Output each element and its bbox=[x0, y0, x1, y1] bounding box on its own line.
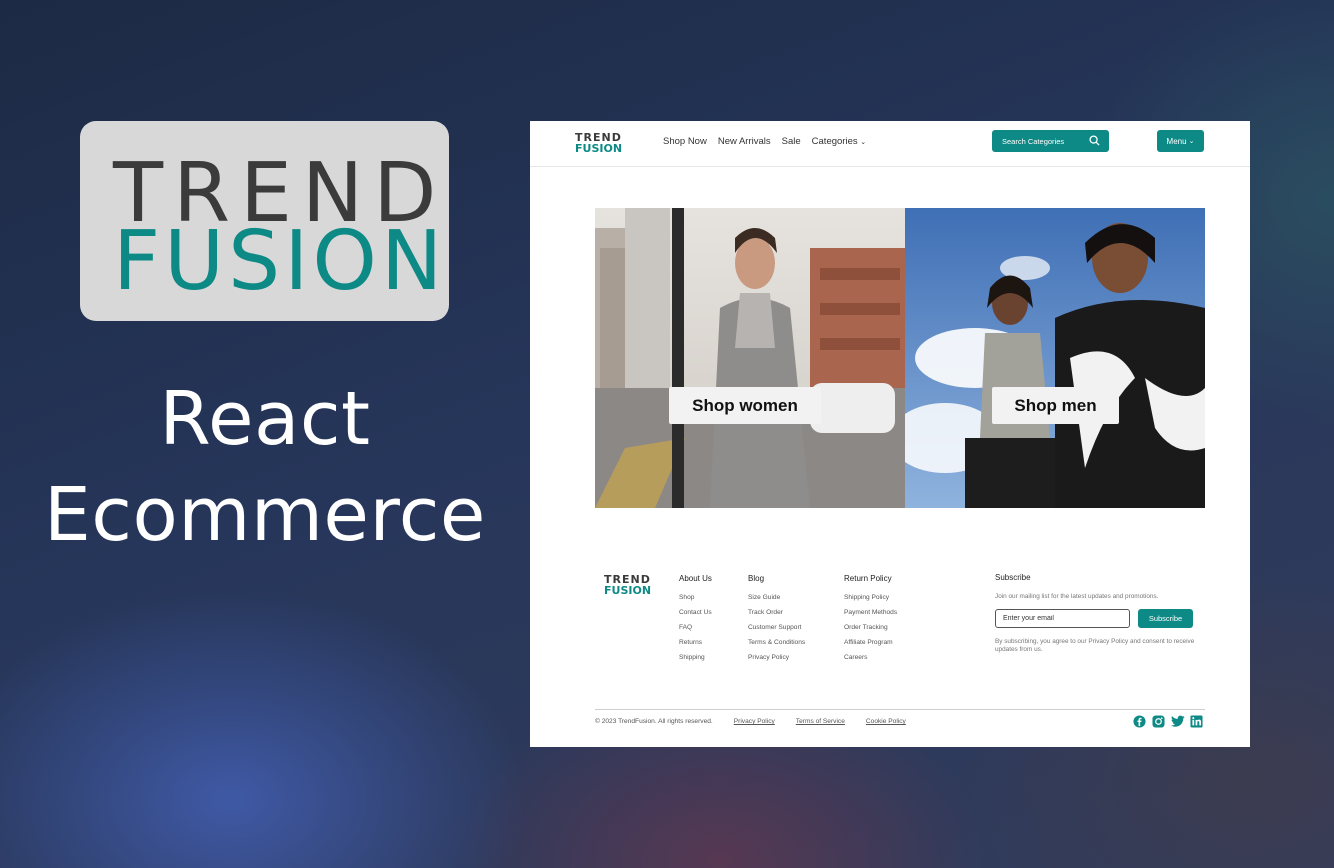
header-bar: TREND FUSION Shop Now New Arrivals Sale … bbox=[530, 121, 1250, 167]
cookie-policy-link[interactable]: Cookie Policy bbox=[866, 718, 906, 725]
footer-link[interactable]: Returns bbox=[679, 639, 712, 646]
footer-link[interactable]: Affiliate Program bbox=[844, 639, 897, 646]
promo-title-line1: React bbox=[159, 376, 371, 462]
footer-link[interactable]: Order Tracking bbox=[844, 624, 897, 631]
footer-link[interactable]: Shipping bbox=[679, 654, 712, 661]
subscribe-form: Subscribe bbox=[995, 608, 1205, 628]
shop-women-button[interactable]: Shop women bbox=[669, 387, 821, 424]
subscribe-note: By subscribing, you agree to our Privacy… bbox=[995, 637, 1195, 654]
search-icon bbox=[1089, 135, 1100, 146]
subscribe-title: Subscribe bbox=[995, 573, 1031, 582]
nav-categories-label: Categories bbox=[811, 136, 858, 147]
subscribe-section: Subscribe Join our mailing list for the … bbox=[995, 573, 1205, 655]
footer-link[interactable]: Customer Support bbox=[748, 624, 805, 631]
search-label: Search Categories bbox=[1002, 136, 1065, 146]
subscribe-text: Join our mailing list for the latest upd… bbox=[995, 593, 1159, 600]
footer-link[interactable]: Careers bbox=[844, 654, 897, 661]
footer-logo[interactable]: TREND FUSION bbox=[604, 573, 656, 597]
footer-link[interactable]: FAQ bbox=[679, 624, 712, 631]
footer-link[interactable]: Shipping Policy bbox=[844, 594, 897, 601]
twitter-icon[interactable] bbox=[1171, 715, 1185, 728]
trendfusion-logo: TREND FUSION bbox=[112, 146, 446, 309]
terms-link[interactable]: Terms of Service bbox=[796, 718, 845, 725]
menu-button[interactable]: Menu ⌄ bbox=[1157, 130, 1204, 152]
website-preview: TREND FUSION Shop Now New Arrivals Sale … bbox=[530, 121, 1250, 747]
hero-women-panel[interactable]: Shop women bbox=[595, 208, 905, 508]
shop-men-button[interactable]: Shop men bbox=[992, 387, 1119, 424]
footer-col-title: Return Policy bbox=[844, 574, 892, 583]
women-photo bbox=[595, 208, 905, 508]
nav-categories[interactable]: Categories ⌄ bbox=[812, 136, 866, 147]
svg-text:FUSION: FUSION bbox=[604, 584, 651, 597]
instagram-icon[interactable] bbox=[1152, 715, 1165, 728]
footer-col-title: Blog bbox=[748, 574, 765, 583]
promo-title-line2: Ecommerce bbox=[44, 472, 486, 558]
footer-link[interactable]: Privacy Policy bbox=[748, 654, 805, 661]
footer-link[interactable]: Contact Us bbox=[679, 609, 712, 616]
privacy-policy-link[interactable]: Privacy Policy bbox=[734, 718, 775, 725]
footer-col-blog: Blog Size Guide Track Order Customer Sup… bbox=[748, 574, 805, 669]
footer-link[interactable]: Payment Methods bbox=[844, 609, 897, 616]
footer-link[interactable]: Size Guide bbox=[748, 594, 805, 601]
nav-shop-now[interactable]: Shop Now bbox=[663, 136, 707, 147]
copyright: © 2023 TrendFusion. All rights reserved. bbox=[595, 718, 713, 725]
footer-link[interactable]: Shop bbox=[679, 594, 712, 601]
linkedin-icon[interactable] bbox=[1190, 715, 1203, 728]
footer-col-title: About Us bbox=[679, 574, 712, 583]
footer-col-about: About Us Shop Contact Us FAQ Returns Shi… bbox=[679, 574, 712, 669]
nav-sale[interactable]: Sale bbox=[782, 136, 801, 147]
footer-link[interactable]: Terms & Conditions bbox=[748, 639, 805, 646]
email-input[interactable] bbox=[995, 608, 1130, 628]
footer-link[interactable]: Track Order bbox=[748, 609, 805, 616]
facebook-icon[interactable] bbox=[1133, 715, 1146, 728]
brand-logo-card: TREND FUSION bbox=[80, 121, 449, 321]
svg-text:FUSION: FUSION bbox=[113, 214, 446, 309]
subscribe-button[interactable]: Subscribe bbox=[1138, 608, 1193, 628]
footer-divider bbox=[595, 709, 1205, 710]
main-nav: Shop Now New Arrivals Sale Categories ⌄ bbox=[663, 136, 866, 147]
header-logo[interactable]: TREND FUSION bbox=[575, 131, 627, 155]
hero-men-panel[interactable]: Shop men bbox=[905, 208, 1205, 508]
chevron-down-icon: ⌄ bbox=[860, 139, 867, 146]
social-links bbox=[1133, 715, 1203, 728]
footer-bottom: © 2023 TrendFusion. All rights reserved.… bbox=[595, 718, 906, 725]
nav-new-arrivals[interactable]: New Arrivals bbox=[718, 136, 771, 147]
footer-col-return: Return Policy Shipping Policy Payment Me… bbox=[844, 574, 897, 669]
search-categories-button[interactable]: Search Categories bbox=[992, 130, 1109, 152]
men-photo bbox=[905, 208, 1205, 508]
chevron-down-icon: ⌄ bbox=[1188, 138, 1195, 145]
svg-text:FUSION: FUSION bbox=[575, 142, 622, 155]
menu-label: Menu bbox=[1166, 136, 1187, 146]
